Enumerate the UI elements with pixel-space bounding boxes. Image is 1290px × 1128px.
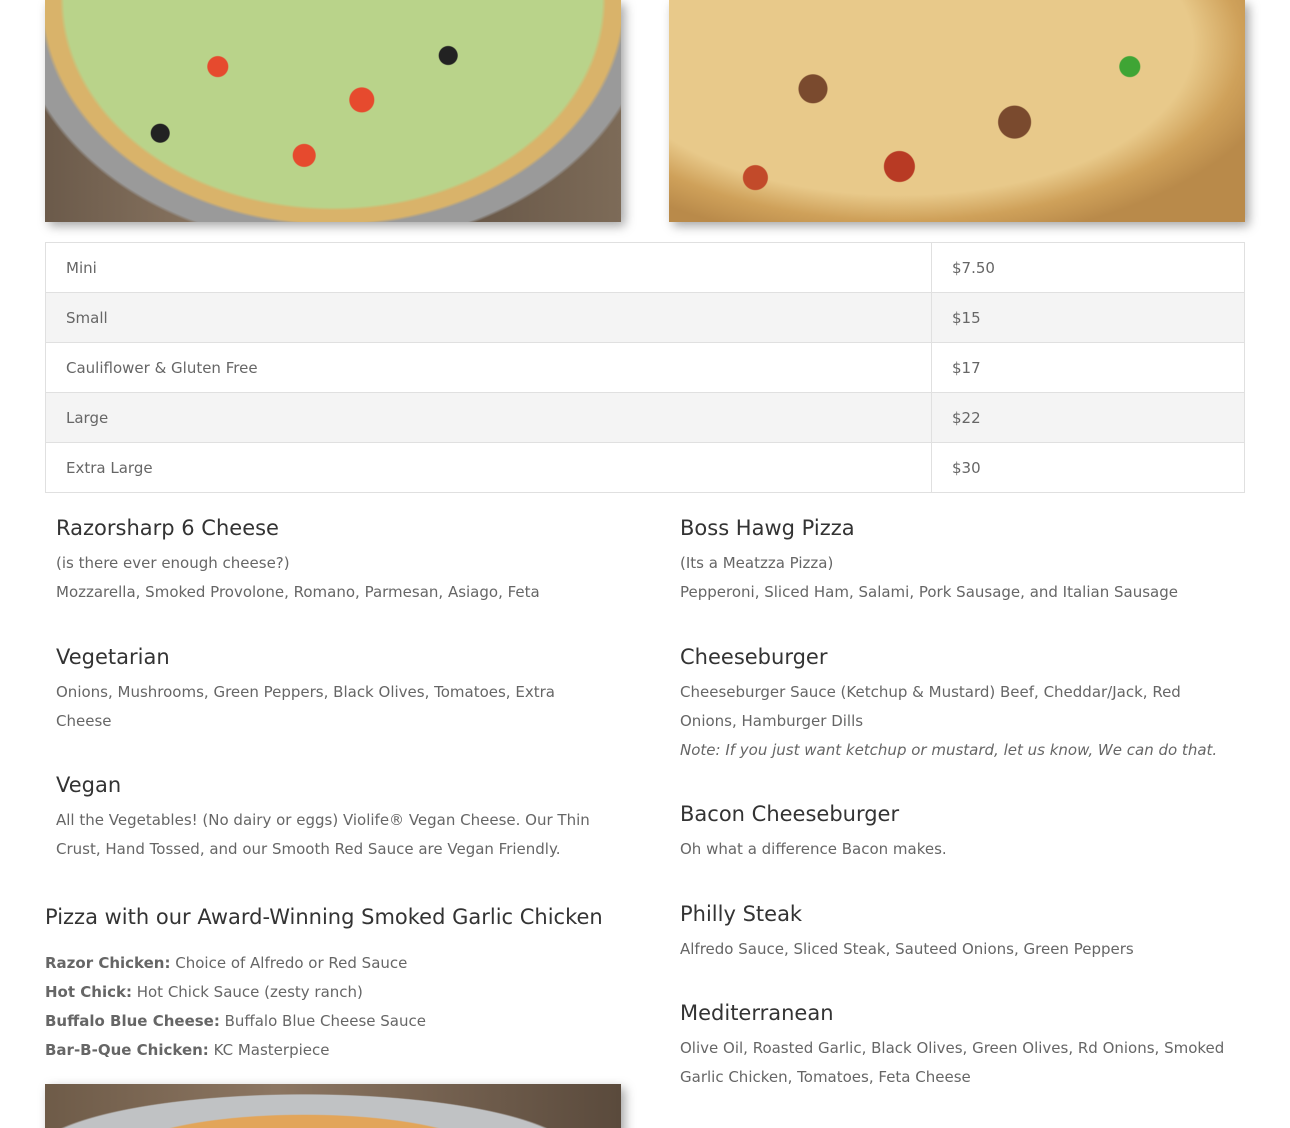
- item-title: Philly Steak: [680, 902, 803, 926]
- item-subtitle: (Its a Meatzza Pizza): [680, 554, 834, 573]
- menu-item-bacon-cheeseburger: Bacon Cheeseburger Oh what a difference …: [680, 802, 1230, 864]
- item-description: KC Masterpiece: [208, 1041, 330, 1059]
- size-label: Small: [45, 292, 932, 343]
- item-title: Boss Hawg Pizza: [680, 516, 855, 540]
- chicken-pizza-list: Razor Chicken: Choice of Alfredo or Red …: [45, 949, 426, 1065]
- item-description: Choice of Alfredo or Red Sauce: [170, 954, 408, 972]
- menu-item-cheeseburger: Cheeseburger Cheeseburger Sauce (Ketchup…: [680, 645, 1230, 765]
- item-description: Alfredo Sauce, Sliced Steak, Sauteed Oni…: [680, 940, 1134, 959]
- item-description: Onions, Mushrooms, Green Peppers, Black …: [56, 683, 555, 731]
- price-label: $15: [931, 292, 1245, 343]
- size-label: Extra Large: [45, 442, 932, 493]
- item-title: Vegan: [56, 773, 122, 797]
- table-row: Extra Large $30: [45, 442, 1245, 493]
- price-label: $17: [931, 342, 1245, 393]
- size-label: Large: [45, 392, 932, 443]
- table-row: Large $22: [45, 392, 1245, 443]
- price-label: $7.50: [931, 242, 1245, 293]
- meat-pizza-photo: [669, 0, 1245, 222]
- item-description: Olive Oil, Roasted Garlic, Black Olives,…: [680, 1039, 1225, 1087]
- chicken-pizza-photo: [45, 1084, 621, 1128]
- price-label: $22: [931, 392, 1245, 443]
- menu-item-vegan: Vegan All the Vegetables! (No dairy or e…: [56, 773, 596, 864]
- table-row: Cauliflower & Gluten Free $17: [45, 342, 1245, 393]
- chicken-section-heading: Pizza with our Award-Winning Smoked Garl…: [45, 905, 603, 929]
- item-description: Cheeseburger Sauce (Ketchup & Mustard) B…: [680, 683, 1181, 731]
- size-label: Mini: [45, 242, 932, 293]
- list-item: Razor Chicken: Choice of Alfredo or Red …: [45, 949, 426, 978]
- item-name: Buffalo Blue Cheese:: [45, 1012, 220, 1030]
- menu-item-boss-hawg: Boss Hawg Pizza (Its a Meatzza Pizza) Pe…: [680, 516, 1230, 607]
- menu-item-philly-steak: Philly Steak Alfredo Sauce, Sliced Steak…: [680, 902, 1230, 964]
- item-name: Razor Chicken:: [45, 954, 171, 972]
- item-title: Vegetarian: [56, 645, 170, 669]
- menu-item-vegetarian: Vegetarian Onions, Mushrooms, Green Pepp…: [56, 645, 596, 736]
- menu-item-mediterranean: Mediterranean Olive Oil, Roasted Garlic,…: [680, 1001, 1230, 1092]
- size-price-table: Mini $7.50 Small $15 Cauliflower & Glute…: [45, 242, 1245, 493]
- item-name: Bar-B-Que Chicken:: [45, 1041, 209, 1059]
- item-title: Mediterranean: [680, 1001, 834, 1025]
- item-name: Hot Chick:: [45, 983, 132, 1001]
- list-item: Bar-B-Que Chicken: KC Masterpiece: [45, 1036, 426, 1065]
- table-row: Small $15: [45, 292, 1245, 343]
- item-description: Buffalo Blue Cheese Sauce: [219, 1012, 426, 1030]
- item-description: All the Vegetables! (No dairy or eggs) V…: [56, 811, 590, 859]
- item-description: Hot Chick Sauce (zesty ranch): [131, 983, 363, 1001]
- item-subtitle: (is there ever enough cheese?): [56, 554, 290, 573]
- item-description: Oh what a difference Bacon makes.: [680, 840, 947, 859]
- item-description: Mozzarella, Smoked Provolone, Romano, Pa…: [56, 583, 540, 602]
- item-title: Cheeseburger: [680, 645, 828, 669]
- item-title: Razorsharp 6 Cheese: [56, 516, 279, 540]
- list-item: Hot Chick: Hot Chick Sauce (zesty ranch): [45, 978, 426, 1007]
- item-title: Bacon Cheeseburger: [680, 802, 900, 826]
- menu-item-razorsharp: Razorsharp 6 Cheese (is there ever enoug…: [56, 516, 596, 607]
- taco-pizza-photo: [45, 0, 621, 222]
- table-row: Mini $7.50: [45, 242, 1245, 293]
- list-item: Buffalo Blue Cheese: Buffalo Blue Cheese…: [45, 1007, 426, 1036]
- size-label: Cauliflower & Gluten Free: [45, 342, 932, 393]
- item-description: Pepperoni, Sliced Ham, Salami, Pork Saus…: [680, 583, 1178, 602]
- price-label: $30: [931, 442, 1245, 493]
- item-note: Note: If you just want ketchup or mustar…: [680, 741, 1218, 760]
